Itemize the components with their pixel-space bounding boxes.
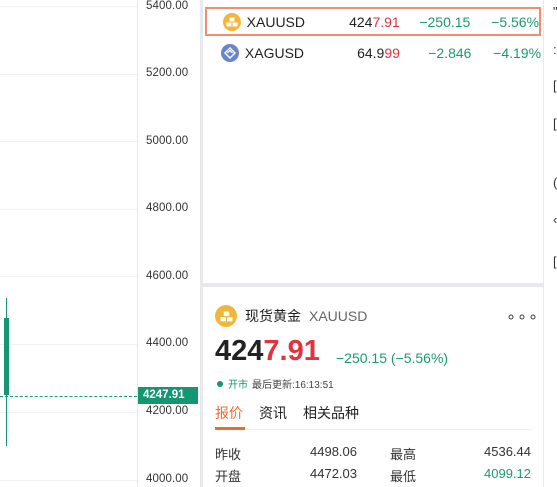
gold-coin-icon: [215, 305, 237, 327]
instrument-header: 现货黄金 XAUUSD: [215, 305, 367, 327]
status-dot-icon: [217, 380, 223, 387]
watchlist-symbol: XAGUSD: [244, 44, 305, 61]
grid-line: [0, 480, 137, 481]
open-value: 4472.03: [310, 466, 357, 481]
y-tick-label: 4600.00: [146, 270, 189, 282]
current-price-line: [0, 396, 137, 397]
y-tick-label: 4400.00: [146, 337, 189, 349]
y-tick-label: 4200.00: [146, 405, 189, 417]
grid-line: [0, 141, 137, 142]
strip-glyph: ": [553, 4, 557, 19]
side-panel-edge: " : [ [ ( ‹ [: [543, 0, 557, 487]
gold-coin-icon: [223, 12, 241, 31]
strip-glyph: [: [553, 254, 557, 269]
current-price-tag: 4247.91: [138, 387, 198, 404]
low-label: 最低: [390, 469, 417, 484]
watchlist-percent: −5.56%: [491, 13, 540, 30]
market-status: 开市 最后更新:16:13:51: [217, 376, 334, 391]
watchlist-price: 64.999: [357, 44, 400, 61]
open-label: 开盘: [215, 469, 242, 484]
price-change: −250.15 (−5.56%): [336, 350, 449, 366]
y-tick-label: 5200.00: [146, 67, 189, 79]
price-chart[interactable]: 5400.00 5200.00 5000.00 4800.00 4600.00 …: [0, 0, 200, 487]
y-tick-label: 4800.00: [146, 202, 189, 214]
high-value: 4536.44: [484, 444, 531, 459]
silver-coin-icon: [221, 43, 239, 62]
watchlist-change: −2.846: [428, 44, 472, 61]
grid-line: [0, 276, 137, 277]
candle-body: [4, 318, 9, 395]
tab-divider: [215, 429, 531, 430]
tab-news[interactable]: 资讯: [259, 403, 287, 423]
more-options-icon[interactable]: ∘∘∘: [506, 307, 539, 327]
instrument-name: 现货黄金: [245, 308, 301, 324]
strip-glyph: ‹: [553, 212, 557, 227]
market-open-label: 开市: [228, 380, 248, 391]
grid-line: [0, 209, 137, 210]
tab-quote[interactable]: 报价: [215, 403, 243, 423]
strip-glyph: :: [553, 42, 557, 57]
low-value: 4099.12: [484, 466, 531, 481]
chart-plot-area[interactable]: [0, 0, 137, 487]
y-tick-label: 5000.00: [146, 135, 189, 147]
watchlist-percent: −4.19%: [493, 44, 542, 61]
watchlist-row-xauusd[interactable]: XAUUSD 4247.91 −250.15 −5.56%: [205, 7, 541, 36]
grid-line: [0, 74, 137, 75]
prev-close-label: 昨收: [215, 447, 242, 462]
prev-close-value: 4498.06: [310, 444, 357, 459]
grid-line: [0, 6, 137, 7]
watchlist: XAUUSD 4247.91 −250.15 −5.56% XAGUSD 64.…: [203, 0, 543, 283]
watchlist-row-xagusd[interactable]: XAGUSD 64.999 −2.846 −4.19%: [205, 38, 541, 67]
high-label: 最高: [390, 447, 417, 462]
grid-line: [0, 412, 137, 413]
tab-related[interactable]: 相关品种: [303, 403, 359, 423]
y-tick-label: 4000.00: [146, 473, 189, 485]
last-updated: 最后更新:16:13:51: [252, 380, 334, 391]
strip-glyph: [: [553, 78, 557, 93]
strip-glyph: (: [553, 175, 557, 190]
instrument-code: XAUUSD: [309, 308, 368, 324]
price-axis: 5400.00 5200.00 5000.00 4800.00 4600.00 …: [137, 0, 200, 487]
current-price: 4247.91: [215, 335, 320, 367]
grid-line: [0, 344, 137, 345]
watchlist-change: −250.15: [419, 13, 471, 30]
strip-glyph: [: [553, 116, 557, 131]
y-tick-label: 5400.00: [146, 0, 189, 12]
detail-tabs: 报价 资讯 相关品种: [215, 403, 375, 423]
watchlist-symbol: XAUUSD: [246, 13, 306, 30]
quote-detail-panel: 现货黄金 XAUUSD ∘∘∘ 4247.91 −250.15 (−5.56%)…: [203, 287, 543, 487]
active-tab-indicator: [215, 427, 245, 430]
watchlist-price: 4247.91: [349, 13, 400, 30]
